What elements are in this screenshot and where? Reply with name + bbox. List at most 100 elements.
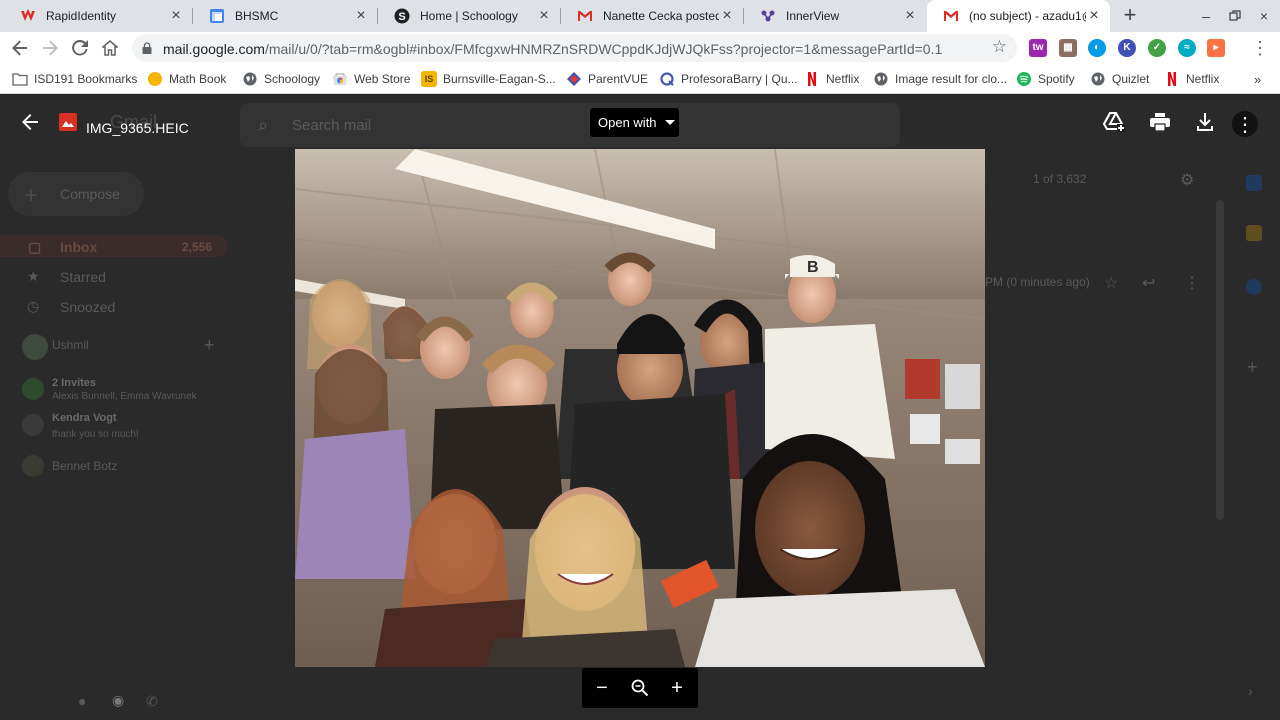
compose-button: + Compose [8, 172, 144, 216]
close-icon[interactable]: × [719, 8, 735, 24]
k-extension-icon[interactable]: K [1118, 39, 1136, 57]
close-icon[interactable]: × [902, 8, 918, 24]
bookmark-web-store[interactable]: Web Store [332, 70, 410, 88]
globe-icon [873, 71, 889, 87]
bookmark-label: ISD191 Bookmarks [34, 72, 138, 86]
keep-icon [1246, 225, 1262, 241]
avatar [22, 414, 44, 436]
window-close-icon[interactable]: × [1254, 6, 1274, 26]
back-arrow-icon[interactable] [8, 36, 32, 60]
restore-icon[interactable] [1225, 6, 1245, 26]
more-vert-icon[interactable]: ⋮ [1232, 111, 1258, 137]
zoom-in-icon[interactable]: + [665, 676, 689, 700]
minimize-icon[interactable]: – [1196, 6, 1216, 26]
hangouts-icon: ◉ [112, 692, 125, 708]
contact-name: Kendra Vogt [52, 412, 117, 424]
chevron-right-icon: › [1248, 683, 1253, 699]
quizlet-q-icon [659, 71, 675, 87]
bookmark-burnsville[interactable]: IS Burnsville-Eagan-S... [421, 70, 556, 88]
bookmark-profesora-barry[interactable]: ProfesoraBarry | Qu... [659, 70, 798, 88]
close-icon[interactable]: × [353, 8, 369, 24]
tab-schoology[interactable]: S Home | Schoology × [378, 0, 560, 32]
close-icon[interactable]: × [1086, 8, 1102, 24]
bookmark-label: Image result for clo... [895, 72, 1008, 86]
add-icon: + [204, 335, 215, 355]
game-extension-icon[interactable]: ▦ [1059, 39, 1077, 57]
teal-extension-icon[interactable]: ≈ [1178, 39, 1196, 57]
globe-icon [242, 71, 258, 87]
bookmark-label: Math Book [169, 72, 227, 86]
tab-bhsmc[interactable]: BHSMC × [193, 0, 377, 32]
orange-extension-icon[interactable]: ▸ [1207, 39, 1225, 57]
inbox-icon: ▢ [28, 239, 42, 255]
print-icon[interactable] [1146, 108, 1174, 136]
add-to-drive-icon[interactable] [1100, 108, 1128, 136]
tab-gmail-active[interactable]: (no subject) - azadu1@ × [927, 0, 1110, 32]
netflix-icon [1164, 71, 1180, 87]
inbox-label: Inbox [60, 239, 98, 255]
svg-text:B: B [807, 259, 819, 276]
bookmark-quizlet[interactable]: Quizlet [1090, 70, 1149, 88]
green-extension-icon[interactable]: ✓ [1148, 39, 1166, 57]
tab-title: BHSMC [235, 9, 279, 23]
tab-title: Nanette Cecka posted a [603, 9, 719, 23]
bookmark-label: Schoology [264, 72, 321, 86]
tw-extension-icon[interactable]: tw [1029, 39, 1047, 57]
spotify-icon [1016, 71, 1032, 87]
zoom-controls: − + [582, 668, 698, 708]
more-vert-icon: ⋮ [1184, 275, 1200, 292]
tab-rapididentity[interactable]: RapidIdentity × [4, 0, 192, 32]
bookmark-star-icon[interactable]: ☆ [992, 37, 1007, 57]
gmail-icon [577, 8, 593, 24]
calendar-icon [1246, 175, 1262, 191]
close-icon[interactable]: × [168, 8, 184, 24]
circle-icon [147, 71, 163, 87]
open-with-label: Open with [598, 115, 657, 130]
avatar [22, 455, 44, 477]
home-icon[interactable] [98, 36, 122, 60]
tab-title: Home | Schoology [420, 9, 518, 23]
bookmark-netflix[interactable]: Netflix [804, 70, 859, 88]
close-icon[interactable]: × [536, 8, 552, 24]
bookmark-label: Netflix [826, 72, 860, 86]
bookmark-spotify[interactable]: Spotify [1016, 70, 1075, 88]
bookmark-label: ProfesoraBarry | Qu... [681, 72, 798, 86]
add-addon-icon: + [1247, 357, 1258, 377]
zoom-out-icon[interactable]: − [590, 676, 614, 700]
bookmark-isd191[interactable]: ISD191 Bookmarks [12, 70, 137, 88]
tab-innerview[interactable]: InnerView × [744, 0, 926, 32]
more-bookmarks-chevron-icon[interactable]: » [1254, 70, 1261, 88]
bookmark-schoology[interactable]: Schoology [242, 70, 320, 88]
address-bar[interactable]: mail.google.com/mail/u/0/?tab=rm&ogbl#in… [132, 34, 1017, 62]
tab-strip: RapidIdentity × BHSMC × S Home | Schoolo… [0, 0, 1280, 32]
forward-arrow-icon[interactable] [38, 36, 62, 60]
attachment-photo: B [295, 149, 985, 667]
url-host: mail.google.com [163, 41, 265, 57]
new-tab-button[interactable]: + [1118, 4, 1142, 28]
browser-toolbar: mail.google.com/mail/u/0/?tab=rm&ogbl#in… [0, 32, 1280, 64]
bookmarks-bar: ISD191 Bookmarks Math Book Schoology Web… [0, 64, 1280, 94]
reload-icon[interactable] [68, 36, 92, 60]
bookmark-netflix-2[interactable]: Netflix [1164, 70, 1219, 88]
svg-text:S: S [398, 11, 405, 23]
chrome-menu-icon[interactable]: ⋮ [1248, 36, 1272, 60]
folder-icon [12, 71, 28, 87]
bookmark-label: Quizlet [1112, 72, 1150, 86]
tab-gmail-nanette[interactable]: Nanette Cecka posted a × [561, 0, 743, 32]
open-with-button[interactable]: Open with [590, 108, 679, 137]
bookmark-parentvue[interactable]: ParentVUE [566, 70, 648, 88]
clock-icon: ◷ [27, 298, 40, 314]
bookmark-image-result[interactable]: Image result for clo... [873, 70, 1007, 88]
zoom-reset-icon[interactable] [628, 676, 652, 700]
translate-extension-icon[interactable]: ◐ [1088, 39, 1106, 57]
bookmark-math-book[interactable]: Math Book [147, 70, 226, 88]
compose-plus-icon: + [24, 182, 39, 209]
star-icon: ☆ [1104, 275, 1119, 292]
webstore-icon [332, 71, 348, 87]
netflix-icon [804, 71, 820, 87]
google-sites-icon [209, 8, 225, 24]
download-icon[interactable] [1191, 108, 1219, 136]
snoozed-label: Snoozed [60, 299, 116, 315]
back-arrow-icon[interactable] [16, 108, 44, 136]
phone-icon: ✆ [146, 693, 158, 709]
